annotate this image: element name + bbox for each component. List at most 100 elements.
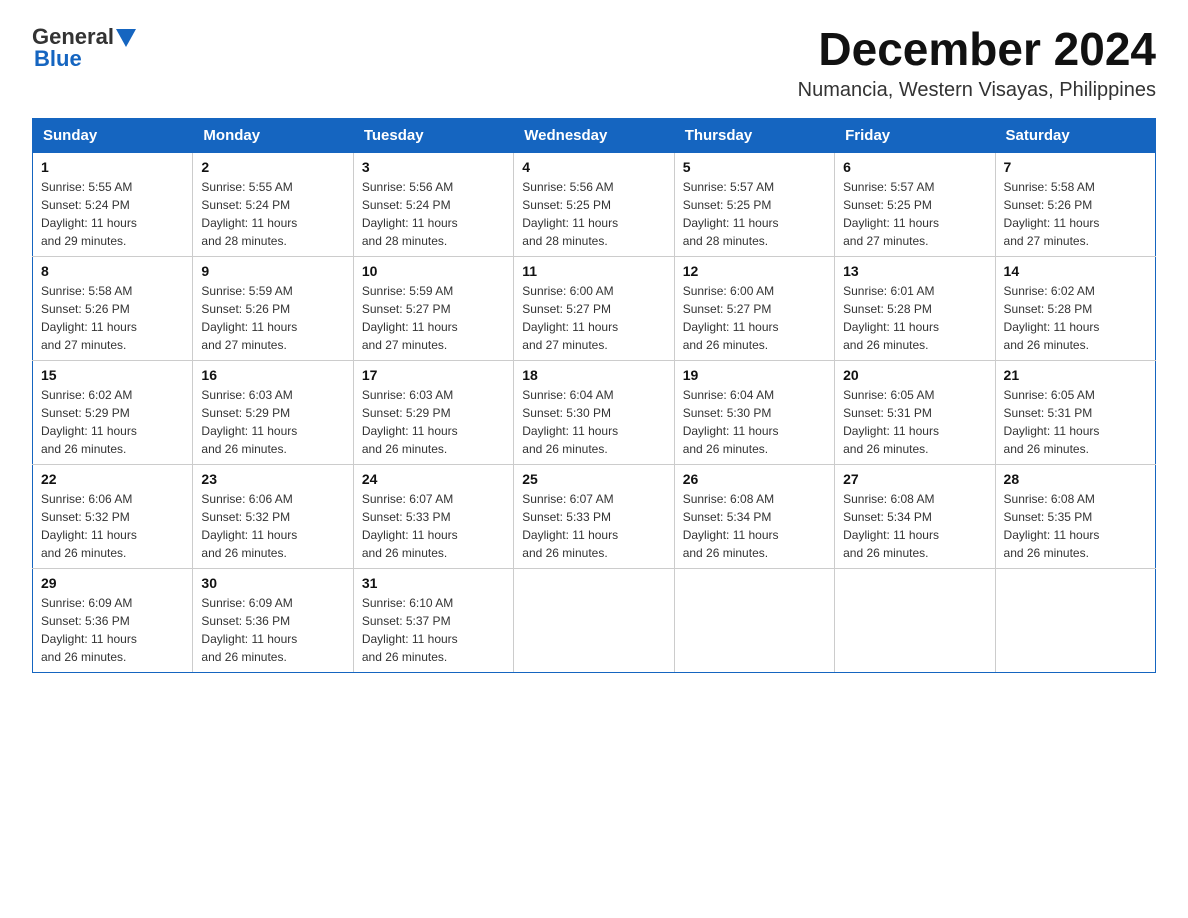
day-info: Sunrise: 6:07 AMSunset: 5:33 PMDaylight:…: [522, 492, 618, 560]
calendar-cell: 21 Sunrise: 6:05 AMSunset: 5:31 PMDaylig…: [995, 360, 1155, 464]
day-info: Sunrise: 6:07 AMSunset: 5:33 PMDaylight:…: [362, 492, 458, 560]
day-info: Sunrise: 5:57 AMSunset: 5:25 PMDaylight:…: [683, 180, 779, 248]
calendar-cell: 29 Sunrise: 6:09 AMSunset: 5:36 PMDaylig…: [33, 568, 193, 672]
day-info: Sunrise: 6:06 AMSunset: 5:32 PMDaylight:…: [41, 492, 137, 560]
calendar-cell: 10 Sunrise: 5:59 AMSunset: 5:27 PMDaylig…: [353, 256, 513, 360]
day-number: 11: [522, 263, 665, 279]
col-friday: Friday: [835, 118, 995, 152]
subtitle: Numancia, Western Visayas, Philippines: [798, 79, 1156, 102]
calendar-cell: 2 Sunrise: 5:55 AMSunset: 5:24 PMDayligh…: [193, 152, 353, 256]
calendar-cell: 8 Sunrise: 5:58 AMSunset: 5:26 PMDayligh…: [33, 256, 193, 360]
day-number: 21: [1004, 367, 1147, 383]
day-number: 12: [683, 263, 826, 279]
day-number: 1: [41, 159, 184, 175]
calendar-cell: 19 Sunrise: 6:04 AMSunset: 5:30 PMDaylig…: [674, 360, 834, 464]
day-number: 20: [843, 367, 986, 383]
calendar-cell: 9 Sunrise: 5:59 AMSunset: 5:26 PMDayligh…: [193, 256, 353, 360]
logo-triangle-icon: [116, 29, 136, 47]
calendar-cell: 22 Sunrise: 6:06 AMSunset: 5:32 PMDaylig…: [33, 464, 193, 568]
day-info: Sunrise: 6:04 AMSunset: 5:30 PMDaylight:…: [522, 388, 618, 456]
day-info: Sunrise: 6:10 AMSunset: 5:37 PMDaylight:…: [362, 596, 458, 664]
day-info: Sunrise: 5:55 AMSunset: 5:24 PMDaylight:…: [41, 180, 137, 248]
calendar-week-5: 29 Sunrise: 6:09 AMSunset: 5:36 PMDaylig…: [33, 568, 1156, 672]
calendar-cell: 6 Sunrise: 5:57 AMSunset: 5:25 PMDayligh…: [835, 152, 995, 256]
day-number: 31: [362, 575, 505, 591]
calendar-cell: 11 Sunrise: 6:00 AMSunset: 5:27 PMDaylig…: [514, 256, 674, 360]
day-info: Sunrise: 6:02 AMSunset: 5:28 PMDaylight:…: [1004, 284, 1100, 352]
calendar-cell: [835, 568, 995, 672]
calendar-cell: 27 Sunrise: 6:08 AMSunset: 5:34 PMDaylig…: [835, 464, 995, 568]
day-info: Sunrise: 6:09 AMSunset: 5:36 PMDaylight:…: [201, 596, 297, 664]
day-info: Sunrise: 6:09 AMSunset: 5:36 PMDaylight:…: [41, 596, 137, 664]
day-number: 7: [1004, 159, 1147, 175]
day-number: 26: [683, 471, 826, 487]
day-number: 19: [683, 367, 826, 383]
day-number: 10: [362, 263, 505, 279]
col-tuesday: Tuesday: [353, 118, 513, 152]
calendar-cell: 28 Sunrise: 6:08 AMSunset: 5:35 PMDaylig…: [995, 464, 1155, 568]
calendar-cell: 13 Sunrise: 6:01 AMSunset: 5:28 PMDaylig…: [835, 256, 995, 360]
calendar-cell: 7 Sunrise: 5:58 AMSunset: 5:26 PMDayligh…: [995, 152, 1155, 256]
calendar-cell: 1 Sunrise: 5:55 AMSunset: 5:24 PMDayligh…: [33, 152, 193, 256]
calendar-cell: [514, 568, 674, 672]
page-header: General Blue December 2024 Numancia, Wes…: [32, 24, 1156, 102]
day-number: 4: [522, 159, 665, 175]
calendar-cell: 14 Sunrise: 6:02 AMSunset: 5:28 PMDaylig…: [995, 256, 1155, 360]
day-info: Sunrise: 6:05 AMSunset: 5:31 PMDaylight:…: [1004, 388, 1100, 456]
day-info: Sunrise: 5:55 AMSunset: 5:24 PMDaylight:…: [201, 180, 297, 248]
calendar-week-4: 22 Sunrise: 6:06 AMSunset: 5:32 PMDaylig…: [33, 464, 1156, 568]
day-number: 16: [201, 367, 344, 383]
calendar-cell: 17 Sunrise: 6:03 AMSunset: 5:29 PMDaylig…: [353, 360, 513, 464]
day-number: 2: [201, 159, 344, 175]
col-monday: Monday: [193, 118, 353, 152]
calendar-cell: 26 Sunrise: 6:08 AMSunset: 5:34 PMDaylig…: [674, 464, 834, 568]
day-number: 17: [362, 367, 505, 383]
title-block: December 2024 Numancia, Western Visayas,…: [798, 24, 1156, 102]
calendar-cell: [674, 568, 834, 672]
col-thursday: Thursday: [674, 118, 834, 152]
day-number: 14: [1004, 263, 1147, 279]
calendar-cell: 24 Sunrise: 6:07 AMSunset: 5:33 PMDaylig…: [353, 464, 513, 568]
calendar-week-2: 8 Sunrise: 5:58 AMSunset: 5:26 PMDayligh…: [33, 256, 1156, 360]
day-info: Sunrise: 6:01 AMSunset: 5:28 PMDaylight:…: [843, 284, 939, 352]
day-info: Sunrise: 5:56 AMSunset: 5:25 PMDaylight:…: [522, 180, 618, 248]
day-info: Sunrise: 6:04 AMSunset: 5:30 PMDaylight:…: [683, 388, 779, 456]
day-info: Sunrise: 6:03 AMSunset: 5:29 PMDaylight:…: [362, 388, 458, 456]
day-info: Sunrise: 6:08 AMSunset: 5:34 PMDaylight:…: [683, 492, 779, 560]
day-info: Sunrise: 5:59 AMSunset: 5:26 PMDaylight:…: [201, 284, 297, 352]
day-info: Sunrise: 5:56 AMSunset: 5:24 PMDaylight:…: [362, 180, 458, 248]
calendar-header-row: Sunday Monday Tuesday Wednesday Thursday…: [33, 118, 1156, 152]
calendar-cell: 5 Sunrise: 5:57 AMSunset: 5:25 PMDayligh…: [674, 152, 834, 256]
day-number: 8: [41, 263, 184, 279]
day-info: Sunrise: 6:03 AMSunset: 5:29 PMDaylight:…: [201, 388, 297, 456]
day-number: 9: [201, 263, 344, 279]
calendar-cell: 3 Sunrise: 5:56 AMSunset: 5:24 PMDayligh…: [353, 152, 513, 256]
col-sunday: Sunday: [33, 118, 193, 152]
logo: General Blue: [32, 24, 136, 72]
calendar-cell: 15 Sunrise: 6:02 AMSunset: 5:29 PMDaylig…: [33, 360, 193, 464]
day-number: 22: [41, 471, 184, 487]
day-number: 13: [843, 263, 986, 279]
day-number: 15: [41, 367, 184, 383]
day-number: 3: [362, 159, 505, 175]
calendar-cell: [995, 568, 1155, 672]
day-number: 29: [41, 575, 184, 591]
day-info: Sunrise: 6:05 AMSunset: 5:31 PMDaylight:…: [843, 388, 939, 456]
calendar-table: Sunday Monday Tuesday Wednesday Thursday…: [32, 118, 1156, 673]
day-number: 23: [201, 471, 344, 487]
day-info: Sunrise: 6:06 AMSunset: 5:32 PMDaylight:…: [201, 492, 297, 560]
day-info: Sunrise: 5:58 AMSunset: 5:26 PMDaylight:…: [41, 284, 137, 352]
calendar-cell: 12 Sunrise: 6:00 AMSunset: 5:27 PMDaylig…: [674, 256, 834, 360]
calendar-cell: 23 Sunrise: 6:06 AMSunset: 5:32 PMDaylig…: [193, 464, 353, 568]
day-number: 24: [362, 471, 505, 487]
day-info: Sunrise: 5:57 AMSunset: 5:25 PMDaylight:…: [843, 180, 939, 248]
calendar-cell: 20 Sunrise: 6:05 AMSunset: 5:31 PMDaylig…: [835, 360, 995, 464]
calendar-cell: 30 Sunrise: 6:09 AMSunset: 5:36 PMDaylig…: [193, 568, 353, 672]
calendar-week-3: 15 Sunrise: 6:02 AMSunset: 5:29 PMDaylig…: [33, 360, 1156, 464]
day-number: 25: [522, 471, 665, 487]
day-info: Sunrise: 5:59 AMSunset: 5:27 PMDaylight:…: [362, 284, 458, 352]
day-number: 18: [522, 367, 665, 383]
day-number: 5: [683, 159, 826, 175]
calendar-cell: 31 Sunrise: 6:10 AMSunset: 5:37 PMDaylig…: [353, 568, 513, 672]
calendar-cell: 25 Sunrise: 6:07 AMSunset: 5:33 PMDaylig…: [514, 464, 674, 568]
